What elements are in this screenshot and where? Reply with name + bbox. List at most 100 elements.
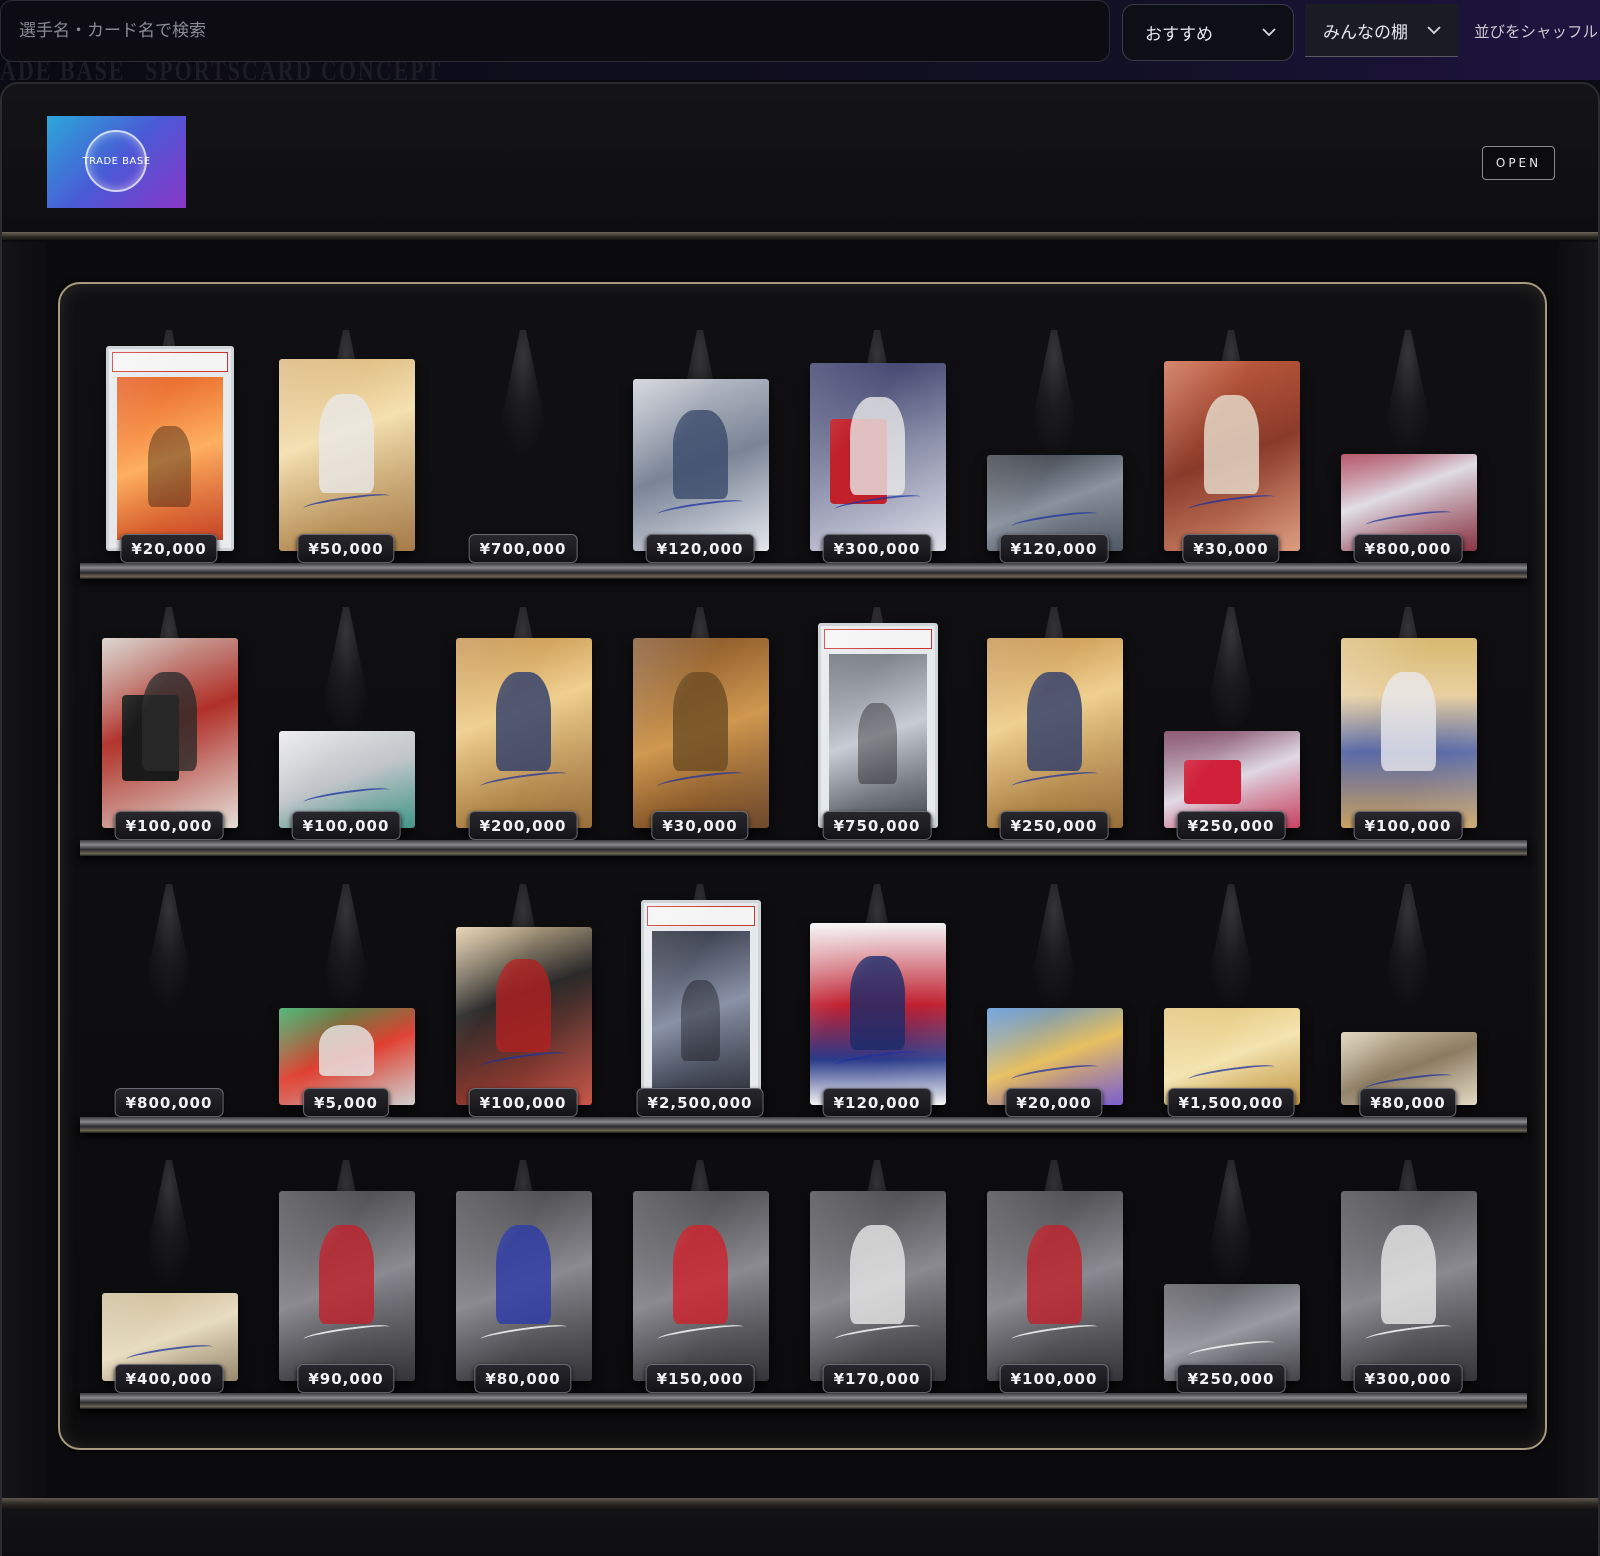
- shelf-slot[interactable]: ¥200,000: [434, 607, 612, 859]
- shelf-slot[interactable]: ¥700,000: [434, 330, 612, 582]
- trading-card[interactable]: [101, 638, 238, 828]
- shelf-slot[interactable]: ¥1,500,000: [1142, 884, 1320, 1136]
- shelf-slot[interactable]: ¥250,000: [1142, 607, 1320, 859]
- trading-card[interactable]: [632, 638, 769, 828]
- price-tag[interactable]: ¥250,000: [1176, 1364, 1286, 1393]
- shelf-slot[interactable]: ¥100,000: [434, 884, 612, 1136]
- price-tag[interactable]: ¥90,000: [297, 1364, 395, 1393]
- price-tag[interactable]: ¥250,000: [1176, 811, 1286, 840]
- price-tag[interactable]: ¥750,000: [822, 811, 932, 840]
- price-tag[interactable]: ¥100,000: [468, 1088, 578, 1117]
- price-tag[interactable]: ¥30,000: [1182, 534, 1280, 563]
- trading-card[interactable]: [1340, 638, 1477, 828]
- shelf-slot[interactable]: ¥120,000: [611, 330, 789, 582]
- price-tag[interactable]: ¥120,000: [645, 534, 755, 563]
- trading-card[interactable]: [986, 1191, 1123, 1381]
- price-tag[interactable]: ¥400,000: [114, 1364, 224, 1393]
- shelf-slot[interactable]: ¥150,000: [611, 1160, 789, 1412]
- sort-select[interactable]: おすすめ: [1122, 4, 1294, 61]
- open-button[interactable]: OPEN: [1482, 146, 1555, 180]
- shelf-slot[interactable]: ¥120,000: [965, 330, 1143, 582]
- shelf-slot[interactable]: ¥30,000: [1142, 330, 1320, 582]
- shelf-slot[interactable]: ¥800,000: [1319, 330, 1497, 582]
- price-tag[interactable]: ¥170,000: [822, 1364, 932, 1393]
- shelf-slot[interactable]: ¥300,000: [1319, 1160, 1497, 1412]
- shelf-slot[interactable]: ¥100,000: [80, 607, 258, 859]
- price-tag[interactable]: ¥800,000: [114, 1088, 224, 1117]
- price-tag[interactable]: ¥30,000: [651, 811, 749, 840]
- sort-select-value: おすすめ: [1145, 25, 1213, 45]
- trading-card[interactable]: [632, 1191, 769, 1381]
- trading-card[interactable]: [278, 1191, 415, 1381]
- trading-card[interactable]: [809, 363, 946, 551]
- price-tag[interactable]: ¥2,500,000: [636, 1088, 764, 1117]
- price-tag[interactable]: ¥5,000: [303, 1088, 389, 1117]
- search-input[interactable]: [1, 1, 1109, 61]
- price-tag[interactable]: ¥100,000: [114, 811, 224, 840]
- shelf-slot[interactable]: ¥30,000: [611, 607, 789, 859]
- price-tag[interactable]: ¥250,000: [999, 811, 1109, 840]
- spotlight: [139, 884, 199, 1014]
- shelf-slot[interactable]: ¥170,000: [788, 1160, 966, 1412]
- shelf-slot[interactable]: ¥80,000: [434, 1160, 612, 1412]
- card-sheen: [809, 1191, 946, 1381]
- shelf-slot[interactable]: ¥250,000: [1142, 1160, 1320, 1412]
- shelf-slot[interactable]: ¥80,000: [1319, 884, 1497, 1136]
- card-sheen: [632, 1191, 769, 1381]
- shelf-slot[interactable]: ¥20,000: [965, 884, 1143, 1136]
- store-logo[interactable]: TRADE BASE: [47, 116, 186, 208]
- price-tag[interactable]: ¥800,000: [1353, 534, 1463, 563]
- search-box[interactable]: [0, 0, 1110, 62]
- shelf-slot[interactable]: ¥90,000: [257, 1160, 435, 1412]
- shelf-slot[interactable]: ¥100,000: [257, 607, 435, 859]
- trading-card[interactable]: [278, 359, 415, 551]
- price-tag[interactable]: ¥700,000: [468, 534, 578, 563]
- price-tag[interactable]: ¥150,000: [645, 1364, 755, 1393]
- card-sheen: [278, 1191, 415, 1381]
- shelf-slot[interactable]: ¥800,000: [80, 884, 258, 1136]
- shelf-slot[interactable]: ¥250,000: [965, 607, 1143, 859]
- card-sheen: [1340, 638, 1477, 828]
- shelf-slot[interactable]: ¥2,500,000: [611, 884, 789, 1136]
- price-tag[interactable]: ¥120,000: [822, 1088, 932, 1117]
- shelf-row: ¥100,000 ¥100,000 ¥200,000 ¥30,000 ¥750,000 ¥…: [80, 607, 1527, 894]
- trading-card[interactable]: [809, 1191, 946, 1381]
- shelf-slot[interactable]: ¥300,000: [788, 330, 966, 582]
- price-tag[interactable]: ¥80,000: [474, 1364, 572, 1393]
- shelf-slot[interactable]: ¥120,000: [788, 884, 966, 1136]
- trading-card[interactable]: [809, 923, 946, 1105]
- shelf-select-value: みんなの棚: [1323, 22, 1408, 43]
- trading-card[interactable]: [986, 638, 1123, 828]
- shelf-slot[interactable]: ¥5,000: [257, 884, 435, 1136]
- price-tag[interactable]: ¥300,000: [1353, 1364, 1463, 1393]
- trading-card[interactable]: [1163, 361, 1300, 551]
- price-tag[interactable]: ¥1,500,000: [1167, 1088, 1295, 1117]
- trading-card[interactable]: [817, 623, 938, 828]
- price-tag[interactable]: ¥100,000: [1353, 811, 1463, 840]
- trading-card[interactable]: [640, 900, 761, 1105]
- trading-card[interactable]: [455, 638, 592, 828]
- trading-card[interactable]: [632, 379, 769, 551]
- price-tag[interactable]: ¥100,000: [999, 1364, 1109, 1393]
- price-tag[interactable]: ¥120,000: [999, 534, 1109, 563]
- trading-card[interactable]: [455, 927, 592, 1105]
- shelf-slot[interactable]: ¥20,000: [80, 330, 258, 582]
- price-tag[interactable]: ¥20,000: [1005, 1088, 1103, 1117]
- price-tag[interactable]: ¥200,000: [468, 811, 578, 840]
- shelf-slot[interactable]: ¥100,000: [1319, 607, 1497, 859]
- shelf-slot[interactable]: ¥400,000: [80, 1160, 258, 1412]
- trading-card[interactable]: [105, 346, 234, 551]
- price-tag[interactable]: ¥20,000: [120, 534, 218, 563]
- shuffle-button[interactable]: 並びをシャッフル: [1474, 20, 1598, 42]
- price-tag[interactable]: ¥80,000: [1359, 1088, 1457, 1117]
- price-tag[interactable]: ¥100,000: [291, 811, 401, 840]
- spotlight: [1201, 1160, 1261, 1290]
- price-tag[interactable]: ¥50,000: [297, 534, 395, 563]
- shelf-select[interactable]: みんなの棚: [1305, 4, 1458, 57]
- price-tag[interactable]: ¥300,000: [822, 534, 932, 563]
- trading-card[interactable]: [1340, 1191, 1477, 1381]
- shelf-slot[interactable]: ¥100,000: [965, 1160, 1143, 1412]
- shelf-slot[interactable]: ¥750,000: [788, 607, 966, 859]
- shelf-slot[interactable]: ¥50,000: [257, 330, 435, 582]
- trading-card[interactable]: [455, 1191, 592, 1381]
